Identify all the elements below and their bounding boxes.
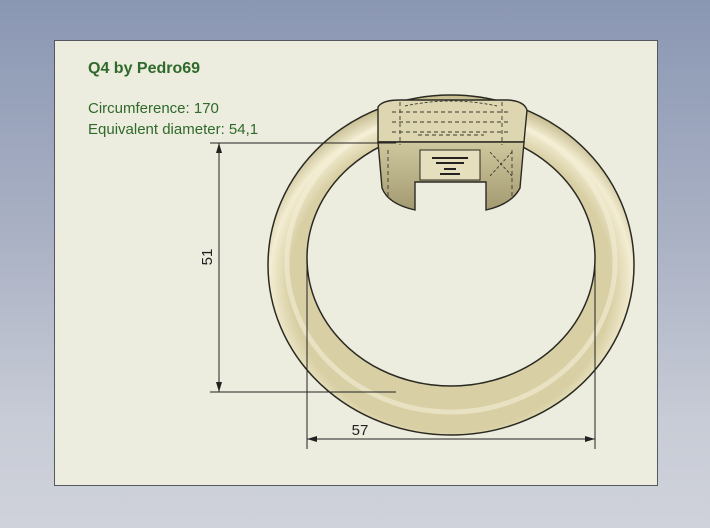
height-dimension-label: 51 [199,249,216,266]
width-dimension-label: 57 [352,422,369,439]
ring-head [377,99,528,211]
ring-drawing: 51 57 [199,94,635,449]
